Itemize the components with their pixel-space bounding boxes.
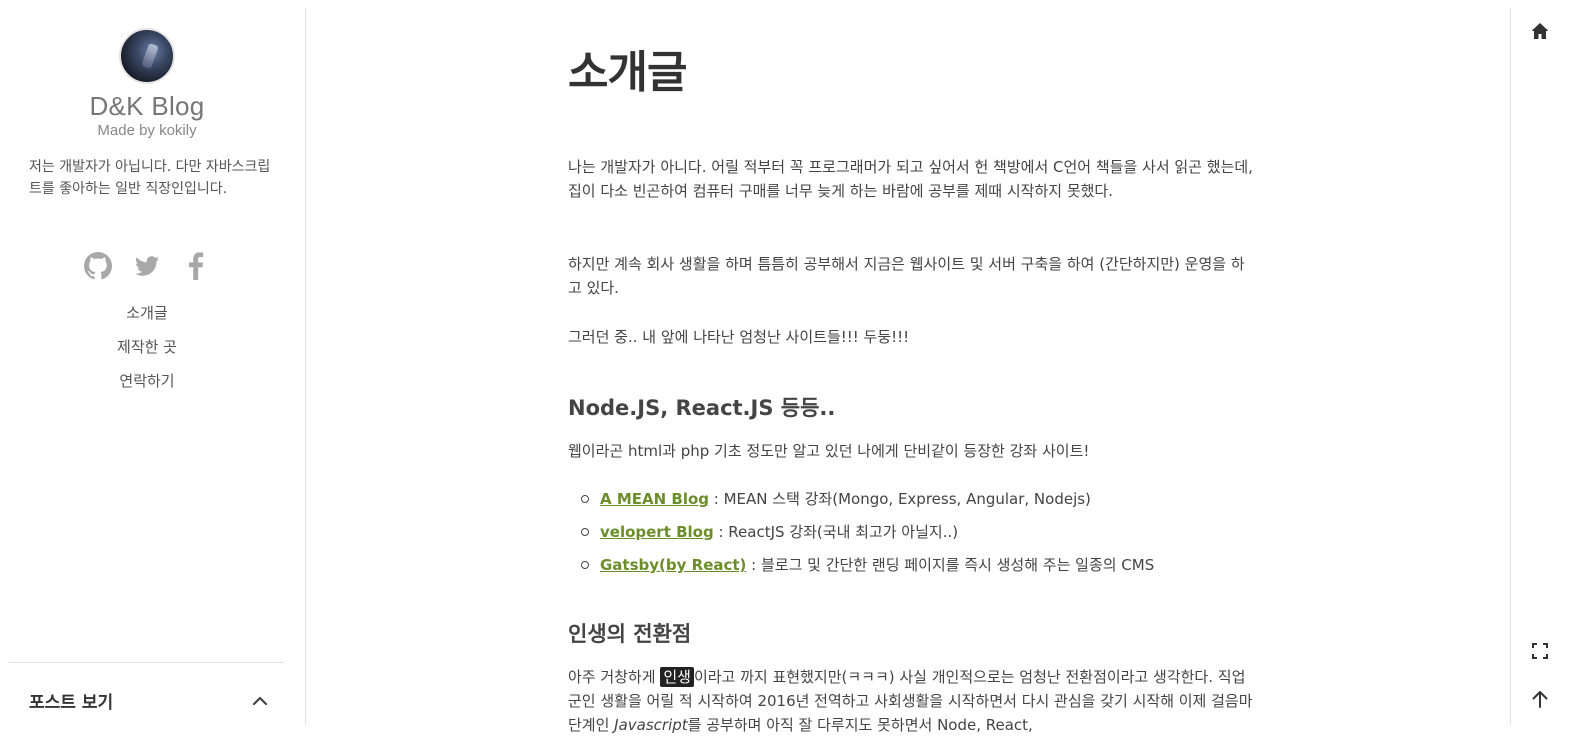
section-text-nodejs: 웹이라곤 html과 php 기초 정도만 알고 있던 나에게 단비같이 등장한… bbox=[568, 442, 1090, 460]
intro-paragraph-2: 하지만 계속 회사 생활을 하며 틈틈히 공부해서 지금은 웹사이트 및 서버 … bbox=[568, 255, 1245, 297]
blog-description: 저는 개발자가 아닙니다. 다만 자바스크립트를 좋아하는 일반 직장인입니다. bbox=[29, 159, 271, 197]
section-heading-nodejs: Node.JS, React.JS 등등.. bbox=[568, 396, 836, 420]
right-rail-divider bbox=[1510, 8, 1511, 724]
list-item: velopert Blog : ReactJS 강좌(국내 최고가 아닐지..) bbox=[568, 519, 1154, 552]
github-icon[interactable] bbox=[82, 250, 114, 282]
facebook-icon[interactable] bbox=[180, 250, 212, 282]
sidebar-menu: 소개글 제작한 곳 연락하기 bbox=[0, 298, 294, 400]
blog-title[interactable]: D&K Blog bbox=[0, 91, 294, 122]
posts-toggle-button[interactable]: 포스트 보기 bbox=[29, 688, 269, 716]
chevron-up-icon bbox=[251, 692, 269, 710]
avatar[interactable] bbox=[119, 28, 175, 84]
highlighted-text: 인생 bbox=[660, 667, 694, 687]
page: D&K Blog Made by kokily 저는 개발자가 아닙니다. 다만… bbox=[0, 0, 1587, 747]
text-segment: 아주 거창하게 bbox=[568, 668, 661, 686]
posts-toggle-label: 포스트 보기 bbox=[29, 693, 114, 713]
fullscreen-icon[interactable] bbox=[1529, 640, 1551, 662]
blog-subtitle: Made by kokily bbox=[97, 122, 197, 139]
list-item: A MEAN Blog : MEAN 스택 강좌(Mongo, Express,… bbox=[568, 486, 1154, 519]
link-description: : 블로그 및 간단한 랜딩 페이지를 즉시 생성해 주는 일종의 CMS bbox=[746, 556, 1155, 574]
home-icon[interactable] bbox=[1529, 20, 1551, 42]
arrow-up-icon[interactable] bbox=[1529, 688, 1551, 710]
twitter-icon[interactable] bbox=[131, 250, 163, 282]
menu-item-works[interactable]: 제작한 곳 bbox=[0, 332, 294, 366]
page-title: 소개글 bbox=[568, 47, 687, 98]
link-gatsby[interactable]: Gatsby(by React) bbox=[600, 556, 746, 574]
section-heading-turning-point: 인생의 전환점 bbox=[568, 622, 692, 646]
section-text-turning-point: 아주 거창하게 인생 이라고 까지 표현했지만(ㅋㅋㅋ) 사실 개인적으로는 엄청… bbox=[568, 665, 1258, 737]
sidebar-divider bbox=[9, 662, 285, 663]
sidebar: D&K Blog Made by kokily 저는 개발자가 아닙니다. 다만… bbox=[0, 8, 306, 724]
link-description: : MEAN 스택 강좌(Mongo, Express, Angular, No… bbox=[709, 490, 1091, 508]
emphasis-text: Javascript bbox=[614, 716, 688, 734]
link-description: : ReactJS 강좌(국내 최고가 아닐지..) bbox=[713, 523, 959, 541]
menu-item-intro[interactable]: 소개글 bbox=[0, 298, 294, 332]
link-mean-blog[interactable]: A MEAN Blog bbox=[600, 490, 709, 508]
intro-paragraph-3: 그러던 중.. 내 앞에 나타난 엄청난 사이트들!!! 두둥!!! bbox=[568, 328, 910, 346]
social-links bbox=[82, 250, 212, 282]
menu-item-contact[interactable]: 연락하기 bbox=[0, 366, 294, 400]
resource-link-list: A MEAN Blog : MEAN 스택 강좌(Mongo, Express,… bbox=[568, 486, 1154, 585]
text-segment: 를 공부하며 아직 잘 다루지도 못하면서 Node, React, bbox=[687, 716, 1033, 734]
list-item: Gatsby(by React) : 블로그 및 간단한 랜딩 페이지를 즉시 … bbox=[568, 552, 1154, 585]
intro-paragraph-1: 나는 개발자가 아니다. 어릴 적부터 꼭 프로그래머가 되고 싶어서 헌 책방… bbox=[568, 158, 1253, 200]
link-velopert-blog[interactable]: velopert Blog bbox=[600, 523, 714, 541]
